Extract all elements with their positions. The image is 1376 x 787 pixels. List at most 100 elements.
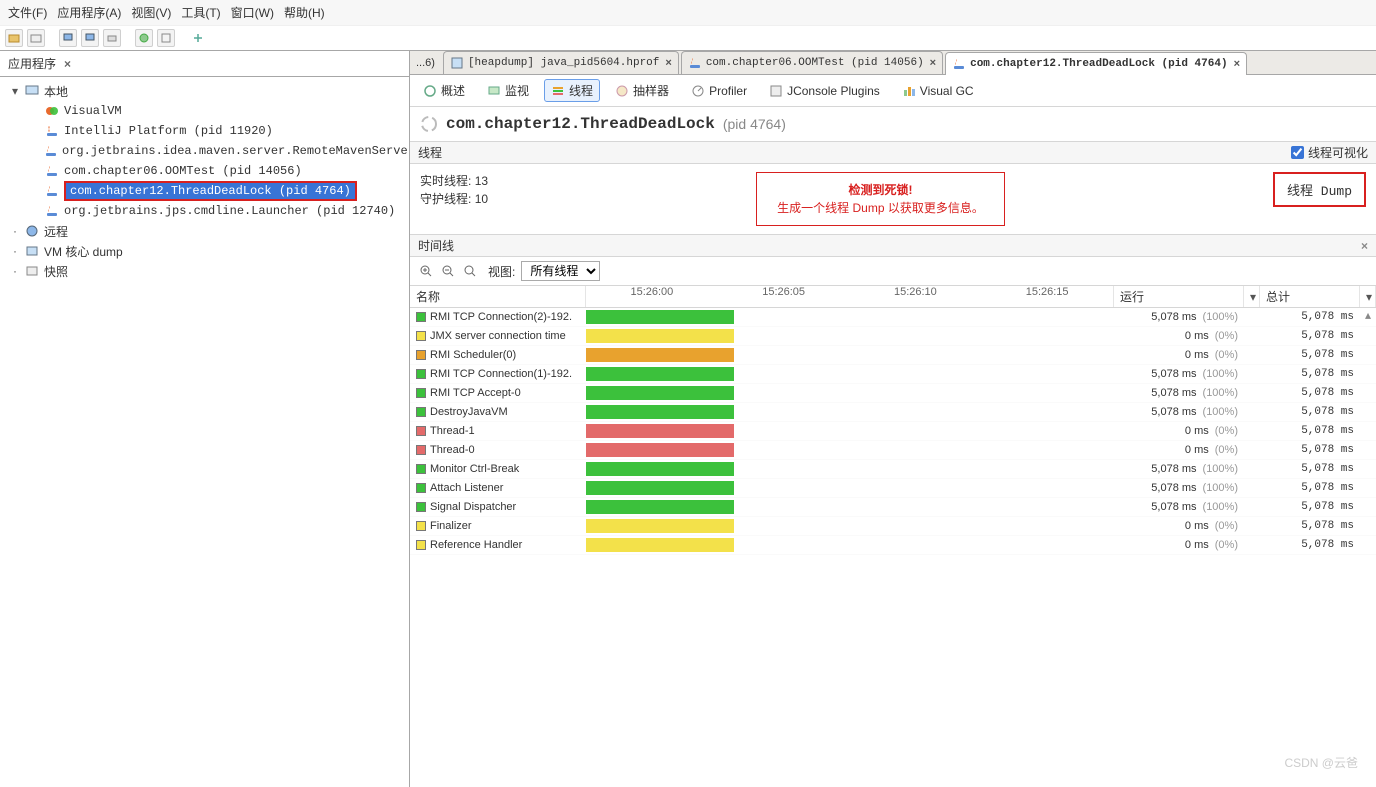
status-square-icon <box>416 445 426 455</box>
run-pct: (100%) <box>1203 463 1238 475</box>
java-icon <box>688 56 702 70</box>
thread-dump-button[interactable]: 线程 Dump <box>1273 172 1366 207</box>
close-icon[interactable]: × <box>665 57 671 69</box>
menu-window[interactable]: 窗口(W) <box>229 4 276 21</box>
run-value: 5,078 ms <box>1151 463 1196 475</box>
threads-visual-checkbox[interactable]: 线程可视化 <box>1291 144 1368 161</box>
tree-remote[interactable]: ·远程 <box>6 221 409 241</box>
thread-bar <box>586 348 734 362</box>
subtab-threads[interactable]: 线程 <box>544 79 600 102</box>
subtab-sampler[interactable]: 抽样器 <box>608 79 676 102</box>
tree-deadlock[interactable]: com.chapter12.ThreadDeadLock (pid 4764) <box>6 181 409 201</box>
threads-info-row: 实时线程: 13 守护线程: 10 检测到死锁! 生成一个线程 Dump 以获取… <box>410 164 1376 234</box>
col-name[interactable]: 名称 <box>410 286 586 307</box>
close-icon[interactable]: × <box>930 57 936 69</box>
open-icon[interactable] <box>5 29 23 47</box>
thread-counts: 实时线程: 13 守护线程: 10 <box>420 172 488 208</box>
col-total[interactable]: 总计 <box>1260 286 1360 307</box>
tab-oom[interactable]: com.chapter06.OOMTest (pid 14056)× <box>681 51 943 74</box>
snapshot-icon[interactable] <box>103 29 121 47</box>
scrollbar[interactable]: ▴ <box>1362 308 1374 787</box>
table-row[interactable]: RMI TCP Accept-05,078 ms(100%)5,078 ms <box>410 384 1376 403</box>
view-select[interactable]: 所有线程 <box>521 261 600 281</box>
table-row[interactable]: Monitor Ctrl-Break5,078 ms(100%)5,078 ms <box>410 460 1376 479</box>
close-icon[interactable]: × <box>1234 58 1240 70</box>
run-value: 5,078 ms <box>1151 482 1196 494</box>
col-total-dropdown[interactable]: ▾ <box>1360 286 1376 307</box>
tree-visualvm[interactable]: VisualVM <box>6 101 409 121</box>
close-icon[interactable]: × <box>1361 239 1368 253</box>
tab-deadlock[interactable]: com.chapter12.ThreadDeadLock (pid 4764)× <box>945 52 1247 75</box>
subtab-profiler[interactable]: Profiler <box>684 79 754 102</box>
table-row[interactable]: Signal Dispatcher5,078 ms(100%)5,078 ms <box>410 498 1376 517</box>
profiler-icon <box>691 84 705 98</box>
table-row[interactable]: Reference Handler0 ms(0%)5,078 ms <box>410 536 1376 555</box>
subtab-jconsole[interactable]: JConsole Plugins <box>762 79 887 102</box>
host-icon <box>24 83 40 99</box>
run-value: 0 ms <box>1185 520 1209 532</box>
applications-tree: ▾本地 VisualVM IntelliJ Platform (pid 1192… <box>0 77 409 285</box>
menu-app[interactable]: 应用程序(A) <box>55 4 123 21</box>
total-value: 5,078 ms <box>1260 425 1360 437</box>
table-row[interactable]: RMI Scheduler(0)0 ms(0%)5,078 ms <box>410 346 1376 365</box>
run-pct: (100%) <box>1203 368 1238 380</box>
folder-icon[interactable] <box>27 29 45 47</box>
total-value: 5,078 ms <box>1260 349 1360 361</box>
total-value: 5,078 ms <box>1260 482 1360 494</box>
table-row[interactable]: Thread-00 ms(0%)5,078 ms <box>410 441 1376 460</box>
visualvm-icon <box>44 103 60 119</box>
extra-icon[interactable] <box>189 29 207 47</box>
table-row[interactable]: Thread-10 ms(0%)5,078 ms <box>410 422 1376 441</box>
expand-icon[interactable] <box>157 29 175 47</box>
thread-name: RMI TCP Accept-0 <box>430 387 521 399</box>
table-body: RMI TCP Connection(2)-192.5,078 ms(100%)… <box>410 308 1376 555</box>
host-icon[interactable] <box>59 29 77 47</box>
col-timeline[interactable]: ⌃ 15:26:00 15:26:05 15:26:10 15:26:15 <box>586 286 1114 307</box>
subtab-visualgc[interactable]: Visual GC <box>895 79 981 102</box>
menu-file[interactable]: 文件(F) <box>6 4 49 21</box>
run-value: 5,078 ms <box>1151 311 1196 323</box>
host2-icon[interactable] <box>81 29 99 47</box>
subtab-overview[interactable]: 概述 <box>416 79 472 102</box>
section-threads-label: 线程 <box>418 144 442 161</box>
table-row[interactable]: DestroyJavaVM5,078 ms(100%)5,078 ms <box>410 403 1376 422</box>
tree-snapshot[interactable]: ·快照 <box>6 261 409 281</box>
table-row[interactable]: JMX server connection time0 ms(0%)5,078 … <box>410 327 1376 346</box>
thread-bar <box>586 386 734 400</box>
java-icon <box>44 203 60 219</box>
tab-overflow[interactable]: ...6) <box>410 51 441 74</box>
table-row[interactable]: RMI TCP Connection(2)-192.5,078 ms(100%)… <box>410 308 1376 327</box>
threads-visual-input[interactable] <box>1291 146 1304 159</box>
zoom-fit-icon[interactable] <box>462 263 478 279</box>
total-value: 5,078 ms <box>1260 539 1360 551</box>
menu-help[interactable]: 帮助(H) <box>282 4 327 21</box>
menu-bar: 文件(F) 应用程序(A) 视图(V) 工具(T) 窗口(W) 帮助(H) <box>0 0 1376 26</box>
col-run[interactable]: 运行 <box>1114 286 1244 307</box>
table-row[interactable]: RMI TCP Connection(1)-192.5,078 ms(100%)… <box>410 365 1376 384</box>
scroll-up-icon[interactable]: ▴ <box>1362 308 1374 320</box>
thread-name: Reference Handler <box>430 539 522 551</box>
table-row[interactable]: Finalizer0 ms(0%)5,078 ms <box>410 517 1376 536</box>
subtab-monitor[interactable]: 监视 <box>480 79 536 102</box>
menu-tool[interactable]: 工具(T) <box>179 4 222 21</box>
tree-maven[interactable]: org.jetbrains.idea.maven.server.RemoteMa… <box>6 141 409 161</box>
tree-launcher[interactable]: org.jetbrains.jps.cmdline.Launcher (pid … <box>6 201 409 221</box>
tree-coredump[interactable]: ·VM 核心 dump <box>6 241 409 261</box>
col-run-dropdown[interactable]: ▾ <box>1244 286 1260 307</box>
tree-intellij[interactable]: IntelliJ Platform (pid 11920) <box>6 121 409 141</box>
tree-oom[interactable]: com.chapter06.OOMTest (pid 14056) <box>6 161 409 181</box>
thread-name: Thread-1 <box>430 425 475 437</box>
applications-tab[interactable]: 应用程序 × <box>0 51 409 77</box>
run-pct: (100%) <box>1203 387 1238 399</box>
tree-local[interactable]: ▾本地 <box>6 81 409 101</box>
prefs-icon[interactable] <box>135 29 153 47</box>
detail-tabs: 概述 监视 线程 抽样器 Profiler JConsole Plugins V… <box>410 75 1376 107</box>
close-icon[interactable]: × <box>64 57 71 71</box>
tab-heapdump[interactable]: [heapdump] java_pid5604.hprof× <box>443 51 679 74</box>
menu-view[interactable]: 视图(V) <box>129 4 173 21</box>
zoom-in-icon[interactable] <box>418 263 434 279</box>
zoom-out-icon[interactable] <box>440 263 456 279</box>
total-value: 5,078 ms <box>1260 368 1360 380</box>
table-row[interactable]: Attach Listener5,078 ms(100%)5,078 ms <box>410 479 1376 498</box>
thread-bar <box>586 424 734 438</box>
